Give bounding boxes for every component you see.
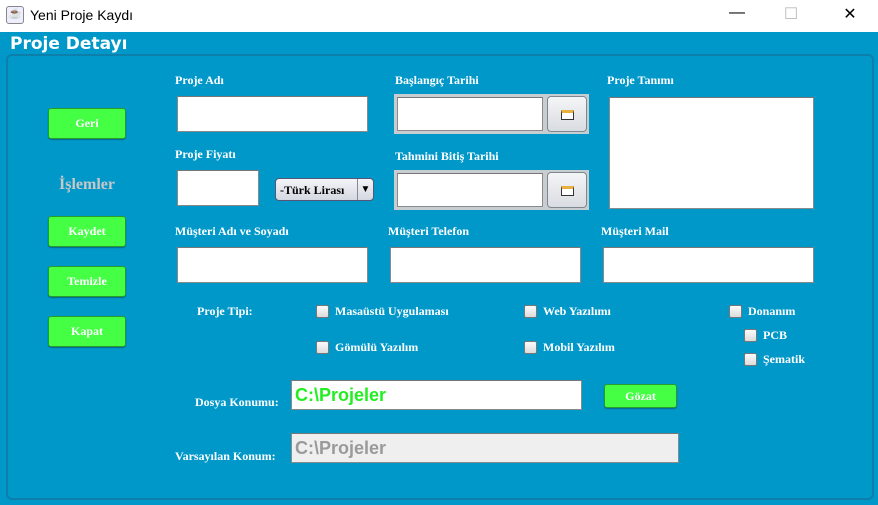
desktop-checkbox-label: Masaüstü Uygulaması (335, 304, 449, 318)
schematic-checkbox-label: Şematik (763, 352, 805, 366)
project-name-input[interactable] (177, 96, 368, 132)
browse-button[interactable]: Gözat (604, 384, 677, 408)
hardware-checkbox-label: Donanım (748, 304, 796, 318)
default-location-input: C:\Projeler (291, 433, 679, 463)
clear-button[interactable]: Temizle (48, 266, 126, 297)
currency-value: -Türk Lirası (280, 183, 345, 197)
operations-heading: İşlemler (59, 176, 115, 193)
close-window-button[interactable]: ✕ (835, 4, 865, 28)
end-date-label: Tahmini Bitiş Tarihi (395, 149, 499, 163)
panel-title: Proje Detayı (10, 34, 128, 54)
java-app-icon: ☕ (6, 6, 24, 24)
minimize-button[interactable]: — (722, 4, 752, 28)
currency-select[interactable]: -Türk Lirası ▼ (275, 178, 374, 201)
default-location-label: Varsayılan Konum: (175, 449, 276, 463)
end-date-picker (394, 170, 589, 210)
title-bar: ☕ Yeni Proje Kaydı — ☐ ✕ (0, 0, 878, 32)
start-date-picker (394, 94, 589, 134)
maximize-button[interactable]: ☐ (776, 4, 806, 28)
chevron-down-icon: ▼ (357, 179, 373, 200)
web-checkbox-label: Web Yazılımı (543, 304, 611, 318)
exit-button[interactable]: Kapat (48, 316, 126, 347)
start-date-calendar-button[interactable] (547, 96, 587, 132)
calendar-icon (561, 110, 574, 120)
customer-mail-input[interactable] (603, 247, 814, 283)
customer-mail-label: Müşteri Mail (601, 224, 669, 238)
save-button[interactable]: Kaydet (48, 216, 126, 247)
start-date-label: Başlangıç Tarihi (395, 73, 479, 87)
description-textarea[interactable] (609, 97, 814, 209)
window-title: Yeni Proje Kaydı (30, 7, 133, 23)
price-label: Proje Fiyatı (175, 147, 236, 161)
project-type-label: Proje Tipi: (197, 304, 253, 318)
pcb-checkbox-label: PCB (763, 328, 787, 342)
file-location-label: Dosya Konumu: (195, 395, 279, 409)
end-date-calendar-button[interactable] (547, 172, 587, 208)
calendar-icon (561, 186, 574, 196)
end-date-input[interactable] (397, 173, 543, 207)
back-button[interactable]: Geri (48, 108, 126, 139)
project-name-label: Proje Adı (175, 73, 224, 87)
description-label: Proje Tanımı (607, 73, 674, 87)
start-date-input[interactable] (397, 97, 543, 131)
embedded-checkbox-label: Gömülü Yazılım (335, 340, 419, 354)
price-input[interactable] (177, 170, 259, 206)
customer-phone-label: Müşteri Telefon (388, 224, 469, 238)
file-location-input[interactable]: C:\Projeler (291, 380, 582, 410)
customer-name-input[interactable] (177, 247, 368, 283)
customer-phone-input[interactable] (390, 247, 581, 283)
customer-name-label: Müşteri Adı ve Soyadı (175, 224, 289, 238)
mobile-checkbox-label: Mobil Yazılım (543, 340, 615, 354)
